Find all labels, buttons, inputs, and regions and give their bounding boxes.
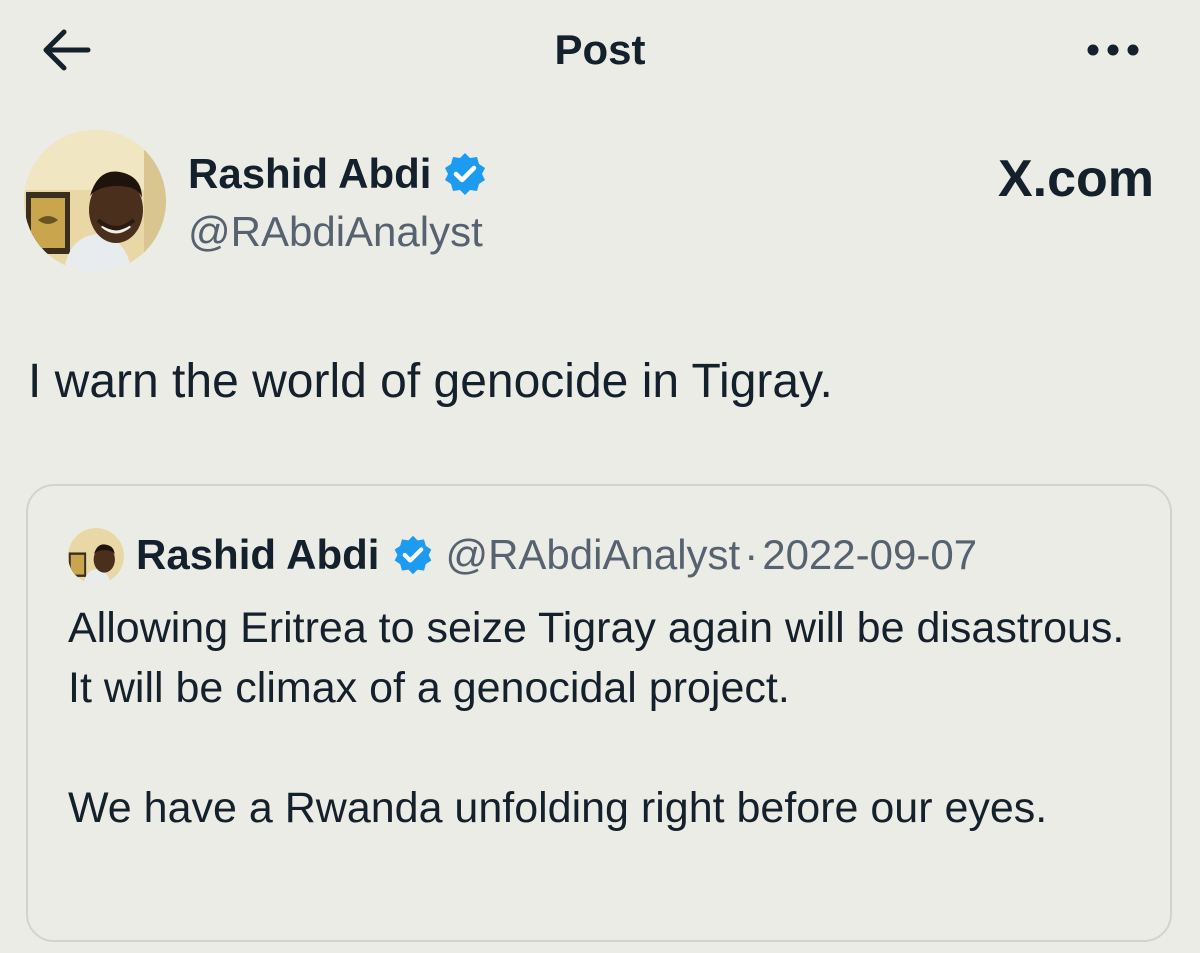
post-text: I warn the world of genocide in Tigray. [28, 355, 833, 408]
brand-watermark: X.com [998, 148, 1154, 210]
quoted-paragraph: Allowing Eritrea to seize Tigray again w… [68, 604, 1125, 712]
author-avatar[interactable] [24, 130, 166, 272]
author-name-text: Rashid Abdi [188, 150, 432, 197]
quoted-post-text: Allowing Eritrea to seize Tigray again w… [68, 598, 1148, 838]
verified-badge-icon [395, 535, 432, 575]
quoted-author-name[interactable]: Rashid Abdi [136, 524, 379, 586]
page-title: Post [554, 26, 646, 73]
quoted-author-avatar[interactable] [68, 528, 124, 584]
verified-badge-icon [445, 153, 486, 195]
author-name[interactable]: Rashid Abdi [188, 148, 489, 200]
quoted-author-handle[interactable]: @RAbdiAnalyst [445, 524, 740, 586]
author-handle[interactable]: @RAbdiAnalyst [188, 206, 483, 258]
quoted-post-card[interactable]: Rashid Abdi @RAbdiAnalyst · 2022-09-07 A… [26, 484, 1172, 942]
arrow-left-icon [43, 29, 91, 71]
quoted-post-header: Rashid Abdi @RAbdiAnalyst · 2022-09-07 [136, 524, 977, 586]
more-horizontal-icon [1087, 44, 1139, 56]
quoted-post-date[interactable]: 2022-09-07 [762, 524, 977, 586]
more-options-button[interactable] [1080, 28, 1146, 72]
separator-dot: · [744, 531, 759, 578]
quoted-paragraph: We have a Rwanda unfolding right before … [68, 784, 1048, 832]
top-bar: Post [0, 0, 1200, 100]
brand-text: X.com [997, 150, 1154, 208]
back-button[interactable] [36, 22, 96, 78]
